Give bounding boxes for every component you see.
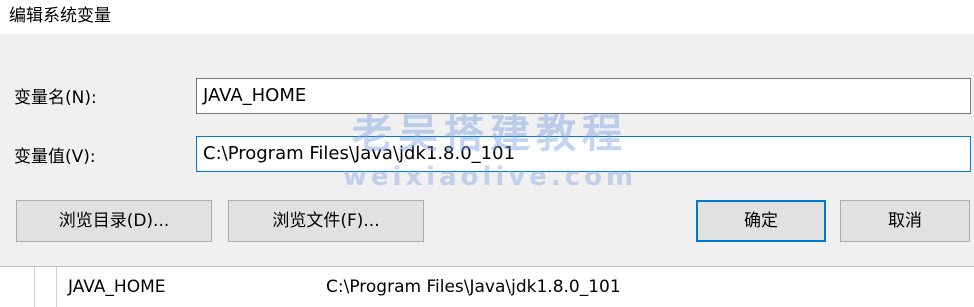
cancel-button[interactable]: 取消 — [840, 200, 970, 242]
variable-list-row[interactable]: JAVA_HOME C:\Program Files\Java\jdk1.8.0… — [0, 266, 974, 307]
list-row-variable-value: C:\Program Files\Java\jdk1.8.0_101 — [326, 277, 621, 297]
browse-directory-button[interactable]: 浏览目录(D)... — [16, 200, 212, 242]
variable-name-input[interactable]: JAVA_HOME — [196, 78, 971, 114]
title-bar[interactable]: 编辑系统变量 — [0, 0, 974, 34]
list-divider — [34, 267, 35, 307]
ok-button[interactable]: 确定 — [696, 200, 826, 242]
browse-file-button[interactable]: 浏览文件(F)... — [228, 200, 424, 242]
variable-name-label: 变量名(N): — [14, 88, 97, 108]
list-row-variable-name: JAVA_HOME — [68, 277, 166, 297]
variable-value-label: 变量值(V): — [14, 147, 96, 167]
list-divider — [56, 267, 57, 307]
variable-value-input[interactable]: C:\Program Files\Java\jdk1.8.0_101 — [196, 136, 971, 172]
dialog-body: 变量名(N): JAVA_HOME 变量值(V): C:\Program Fil… — [0, 34, 974, 266]
window-title: 编辑系统变量 — [9, 6, 111, 26]
